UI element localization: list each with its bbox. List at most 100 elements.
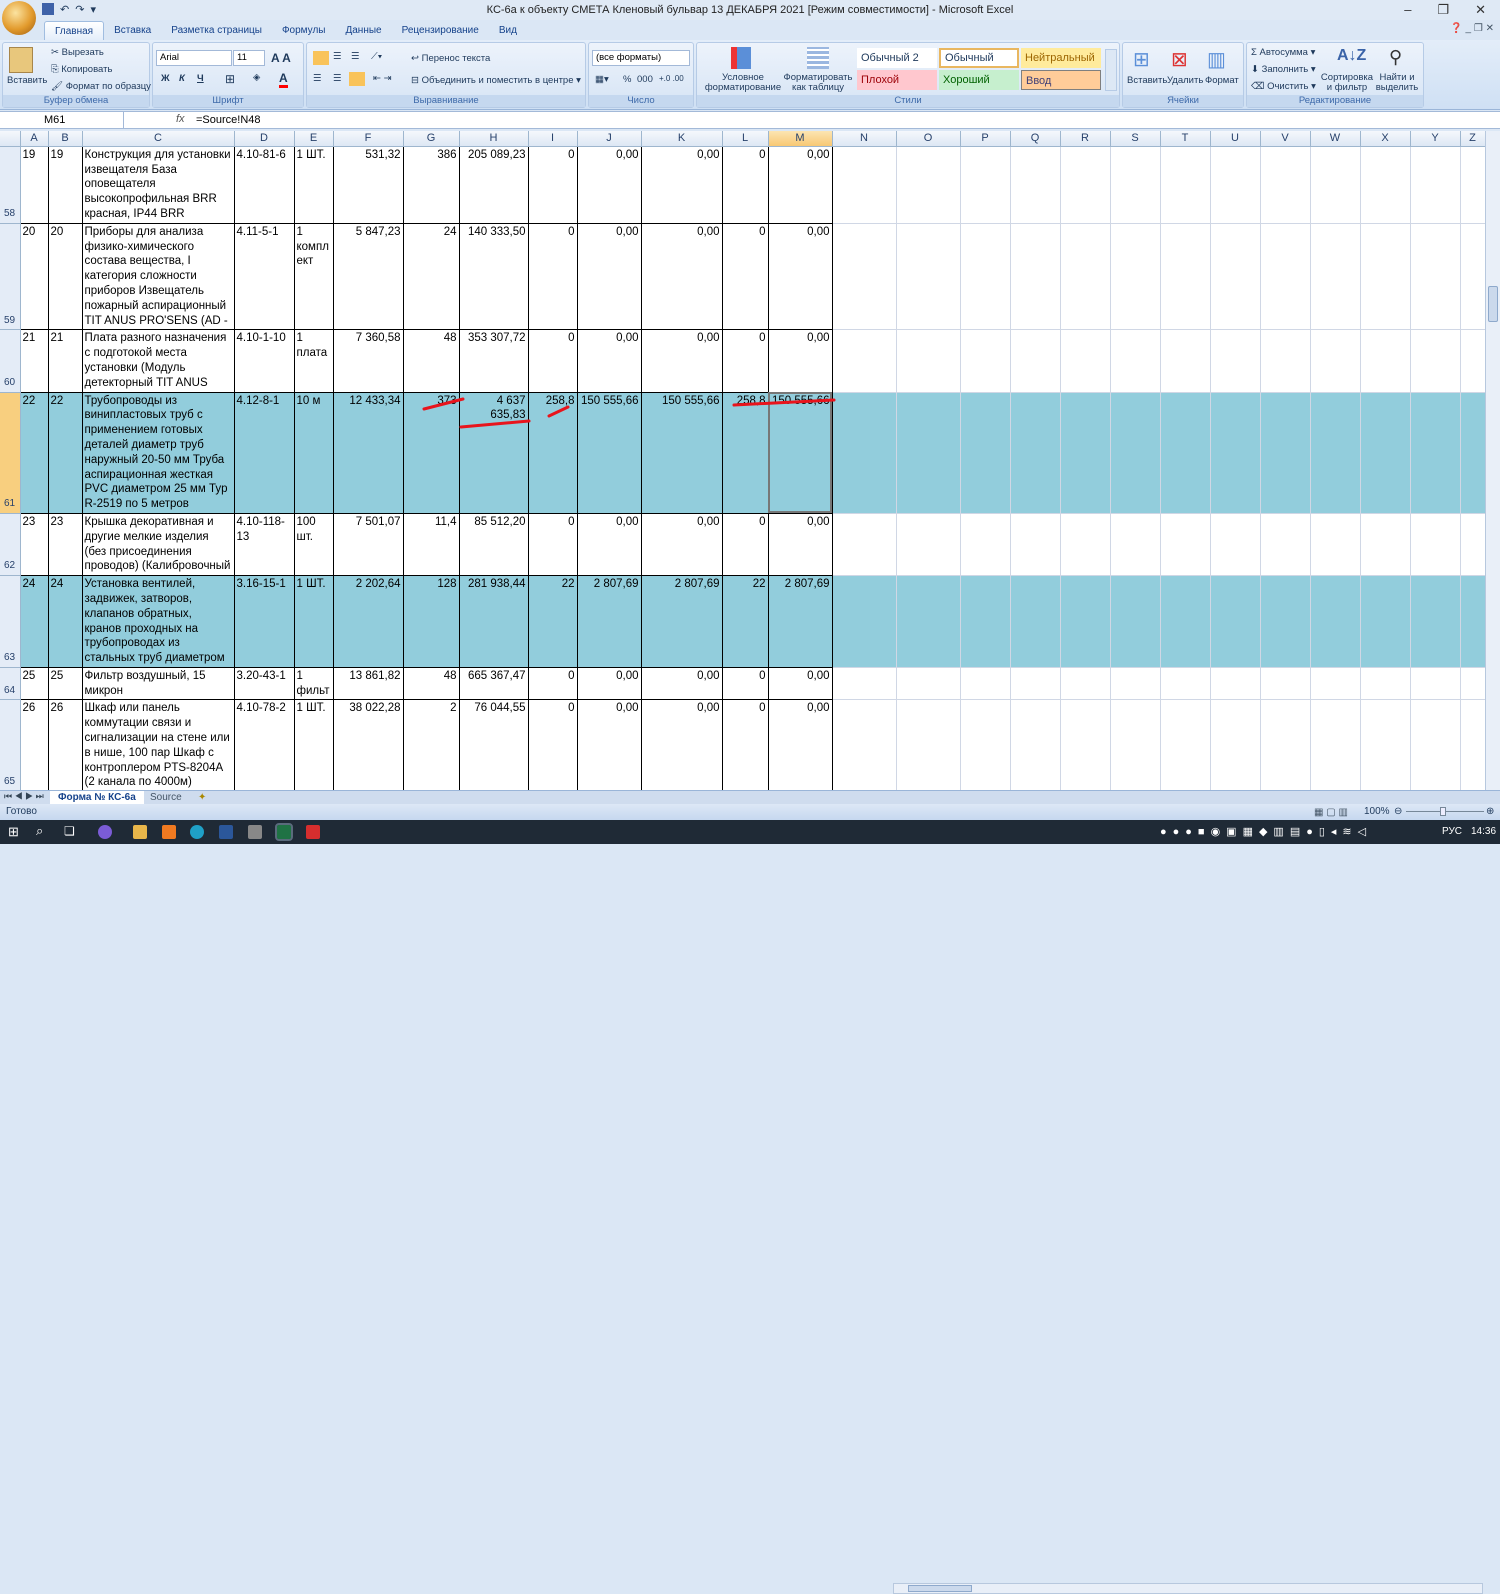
cell-I60[interactable]: 0 bbox=[527, 329, 578, 393]
cell-O60[interactable] bbox=[896, 329, 961, 393]
style-normal[interactable]: Обычный bbox=[939, 48, 1019, 68]
cell-K59[interactable]: 0,00 bbox=[640, 222, 723, 331]
column-header-T[interactable]: T bbox=[1160, 131, 1211, 147]
cell-W65[interactable] bbox=[1310, 699, 1361, 790]
cell-X61[interactable] bbox=[1360, 392, 1411, 514]
cell-E62[interactable]: 100 шт. bbox=[293, 512, 334, 577]
cell-V64[interactable] bbox=[1260, 667, 1311, 701]
cell-J64[interactable]: 0,00 bbox=[576, 666, 642, 701]
cell-K58[interactable]: 0,00 bbox=[640, 145, 723, 224]
sort-filter-button[interactable]: Сортировка и фильтр bbox=[1319, 73, 1375, 93]
spreadsheet-grid[interactable]: A B C D E F G H I J K L M N O P Q R S T U V W X Y Z 58 19 19 Конструк… bbox=[0, 131, 1485, 790]
cell-Z59[interactable] bbox=[1460, 223, 1485, 331]
cell-F65[interactable]: 38 022,28 bbox=[332, 699, 404, 790]
cell-A58[interactable]: 19 bbox=[19, 145, 49, 224]
cell-U62[interactable] bbox=[1210, 513, 1261, 577]
cell-E58[interactable]: 1 ШТ. bbox=[293, 145, 334, 224]
column-header-E[interactable]: E bbox=[294, 131, 334, 147]
cell-O61[interactable] bbox=[896, 392, 961, 514]
cell-B64[interactable]: 25 bbox=[47, 666, 83, 701]
cell-E65[interactable]: 1 ШТ. bbox=[293, 699, 334, 790]
cell-G60[interactable]: 48 bbox=[402, 329, 460, 393]
column-header-B[interactable]: B bbox=[48, 131, 83, 147]
cell-G58[interactable]: 386 bbox=[402, 145, 460, 224]
cell-R65[interactable] bbox=[1060, 699, 1111, 790]
style-input[interactable]: Ввод bbox=[1021, 70, 1101, 90]
cell-W62[interactable] bbox=[1310, 513, 1361, 577]
cell-N64[interactable] bbox=[832, 667, 897, 701]
cell-M63[interactable]: 2 807,69 bbox=[767, 575, 833, 668]
grow-font-button[interactable]: A A bbox=[271, 51, 291, 65]
cell-L61[interactable]: 258,8 bbox=[721, 391, 769, 514]
cell-O62[interactable] bbox=[896, 513, 961, 577]
column-header-C[interactable]: C bbox=[82, 131, 235, 147]
column-header-H[interactable]: H bbox=[459, 131, 529, 147]
cell-X62[interactable] bbox=[1360, 513, 1411, 577]
column-header-M[interactable]: M bbox=[768, 131, 833, 147]
cell-E60[interactable]: 1 плата bbox=[293, 329, 334, 393]
fx-button[interactable]: fx bbox=[176, 113, 185, 125]
tab-3[interactable]: Формулы bbox=[272, 21, 336, 40]
close-button[interactable]: ✕ bbox=[1475, 0, 1486, 20]
cell-O63[interactable] bbox=[896, 575, 961, 668]
column-header-W[interactable]: W bbox=[1310, 131, 1361, 147]
cell-M60[interactable]: 0,00 bbox=[767, 329, 833, 393]
language-indicator[interactable]: РУС bbox=[1442, 826, 1462, 837]
cell-N59[interactable] bbox=[832, 223, 897, 331]
cell-P64[interactable] bbox=[960, 667, 1011, 701]
cell-M59[interactable]: 0,00 bbox=[767, 222, 833, 331]
cell-T61[interactable] bbox=[1160, 392, 1211, 514]
column-header-P[interactable]: P bbox=[960, 131, 1011, 147]
cell-X60[interactable] bbox=[1360, 329, 1411, 393]
cell-Y59[interactable] bbox=[1410, 223, 1461, 331]
cell-N65[interactable] bbox=[832, 699, 897, 790]
cell-Z65[interactable] bbox=[1460, 699, 1485, 790]
align-middle-icon[interactable]: ☰ bbox=[333, 51, 342, 62]
cell-T60[interactable] bbox=[1160, 329, 1211, 393]
column-header-O[interactable]: O bbox=[896, 131, 961, 147]
cell-O64[interactable] bbox=[896, 667, 961, 701]
cell-J65[interactable]: 0,00 bbox=[576, 699, 642, 790]
tab-1[interactable]: Вставка bbox=[104, 21, 161, 40]
column-header-F[interactable]: F bbox=[333, 131, 404, 147]
styles-scroll[interactable] bbox=[1105, 49, 1117, 91]
column-header-N[interactable]: N bbox=[832, 131, 897, 147]
cell-T64[interactable] bbox=[1160, 667, 1211, 701]
cell-H62[interactable]: 85 512,20 bbox=[458, 512, 529, 577]
cell-U61[interactable] bbox=[1210, 392, 1261, 514]
zoom-level[interactable]: 100% bbox=[1364, 804, 1390, 820]
wrap-text-button[interactable]: ↩ Перенос текста bbox=[411, 53, 490, 64]
cell-B65[interactable]: 26 bbox=[47, 699, 83, 790]
cell-V62[interactable] bbox=[1260, 513, 1311, 577]
undo-icon[interactable]: ↶ bbox=[60, 3, 69, 18]
currency-icon[interactable]: ▦▾ bbox=[595, 74, 609, 85]
number-format-select[interactable]: (все форматы) bbox=[592, 50, 690, 66]
cell-C64[interactable]: Фильтр воздушный, 15 микрон bbox=[81, 666, 235, 701]
cell-Y65[interactable] bbox=[1410, 699, 1461, 790]
browser-icon[interactable] bbox=[162, 825, 176, 839]
cell-I62[interactable]: 0 bbox=[527, 512, 578, 577]
cell-D64[interactable]: 3.20-43-1 bbox=[233, 666, 295, 701]
row-header-60[interactable]: 60 bbox=[0, 329, 21, 393]
vertical-scrollbar[interactable] bbox=[1485, 131, 1500, 790]
italic-button[interactable]: К bbox=[179, 73, 185, 84]
cell-J63[interactable]: 2 807,69 bbox=[576, 575, 642, 668]
cell-O65[interactable] bbox=[896, 699, 961, 790]
cell-P65[interactable] bbox=[960, 699, 1011, 790]
view-buttons[interactable]: ▦ ▢ ▥ bbox=[1314, 805, 1348, 821]
cell-Q60[interactable] bbox=[1010, 329, 1061, 393]
cell-Y61[interactable] bbox=[1410, 392, 1461, 514]
cell-J59[interactable]: 0,00 bbox=[576, 222, 642, 331]
cell-V59[interactable] bbox=[1260, 223, 1311, 331]
cell-O59[interactable] bbox=[896, 223, 961, 331]
cell-M64[interactable]: 0,00 bbox=[767, 666, 833, 701]
insert-sheet-icon[interactable]: ✦ bbox=[190, 791, 214, 804]
cell-F62[interactable]: 7 501,07 bbox=[332, 512, 404, 577]
percent-button[interactable]: % bbox=[623, 74, 631, 85]
align-center-icon[interactable]: ☰ bbox=[333, 73, 342, 84]
cell-X63[interactable] bbox=[1360, 575, 1411, 668]
cell-J62[interactable]: 0,00 bbox=[576, 512, 642, 577]
cell-D60[interactable]: 4.10-1-10 bbox=[233, 329, 295, 393]
cell-K60[interactable]: 0,00 bbox=[640, 329, 723, 393]
cell-C58[interactable]: Конструкция для установки извещателя Баз… bbox=[81, 145, 235, 224]
